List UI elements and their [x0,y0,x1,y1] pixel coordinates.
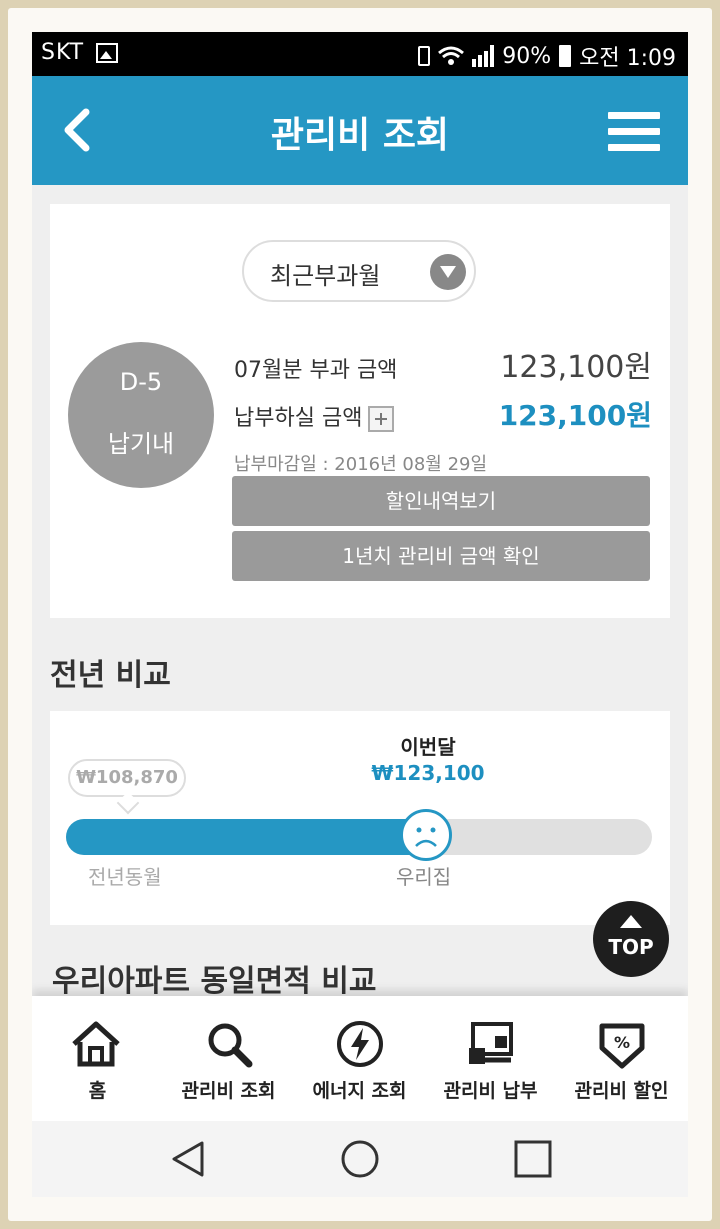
wifi-icon [438,46,465,65]
charged-label: 07월분 부과 금액 [234,358,398,383]
sad-face-icon [400,809,452,861]
status-bar: SKT 90% 오전 1:09 [32,32,688,76]
nav-payment[interactable]: 관리비 납부 [425,996,556,1121]
nav-home-label: 홈 [88,1080,107,1102]
scroll-top-button[interactable]: TOP [593,901,669,977]
last-year-label: 전년동월 [88,865,162,889]
battery-percent: 90% [502,43,552,69]
comparison-card: 이번달 ₩123,100 ₩108,870 전년동월 우리집 [50,711,670,925]
nav-energy-label: 에너지 조회 [312,1080,407,1102]
chevron-down-icon [430,254,466,290]
yearly-fee-button[interactable]: 1년치 관리비 금액 확인 [232,531,650,581]
system-back-icon[interactable] [168,1139,208,1179]
arrow-up-icon [620,915,642,928]
app-header: 관리비 조회 [32,76,688,185]
payment-icon [469,1022,513,1064]
search-icon [208,1023,253,1068]
section-title-yoy: 전년 비교 [50,658,171,693]
dday-status: 납기내 [107,430,175,458]
energy-icon [337,1021,383,1067]
dday-count: D-5 [119,368,163,396]
nav-payment-label: 관리비 납부 [443,1080,538,1102]
vibrate-icon [418,46,431,66]
battery-icon [559,45,572,67]
nav-home[interactable]: 홈 [32,996,163,1121]
nav-discount-label: 관리비 할인 [574,1080,669,1102]
bill-summary-card: 최근부과월 D-5 납기내 07월분 부과 금액 123,100원 납부하실 금… [50,204,670,618]
period-select[interactable]: 최근부과월 [242,240,476,302]
home-icon [72,1021,120,1067]
plus-icon[interactable] [368,406,395,432]
nav-fee-inquiry[interactable]: 관리비 조회 [163,996,294,1121]
signal-icon [472,45,495,67]
system-recents-icon[interactable] [513,1139,553,1179]
period-select-value: 최근부과월 [270,262,381,290]
page-title: 관리비 조회 [270,115,450,156]
clock: 오전 1:09 [579,46,676,71]
menu-icon[interactable] [608,112,660,152]
pay-label-wrap: 납부하실 금액 [234,400,395,432]
this-month-label: 이번달 [400,735,456,759]
section-title-same-area: 우리아파트 동일면적 비교 [52,964,377,999]
system-home-icon[interactable] [340,1139,380,1179]
comparison-bar-fill [66,819,418,855]
status-right: 90% 오전 1:09 [418,40,676,72]
carrier-label: SKT [41,40,85,65]
nav-fee-inquiry-label: 관리비 조회 [181,1080,276,1102]
dday-badge: D-5 납기내 [68,342,214,488]
charged-amount: 123,100원 [500,350,652,385]
nav-discount[interactable]: % 관리비 할인 [556,996,687,1121]
image-notification-icon [96,43,118,63]
phone-screen: SKT 90% 오전 1:09 관리비 조회 최근부과월 D-5 납기내 07월… [32,32,688,1197]
pay-amount: 123,100원 [498,399,652,432]
bottom-nav: 홈 관리비 조회 에너지 조회 관리비 납부 % 관리비 할인 [32,996,688,1121]
discount-icon: % [599,1023,645,1069]
top-label: TOP [608,935,654,959]
my-home-label: 우리집 [396,865,452,889]
pay-label: 납부하실 금액 [234,406,363,431]
nav-energy[interactable]: 에너지 조회 [294,996,425,1121]
this-month-amount: ₩123,100 [371,761,485,785]
svg-text:%: % [614,1033,630,1052]
discount-history-button[interactable]: 할인내역보기 [232,476,650,526]
system-nav-bar [32,1121,688,1197]
due-date: 납부마감일 : 2016년 08월 29일 [234,454,488,475]
